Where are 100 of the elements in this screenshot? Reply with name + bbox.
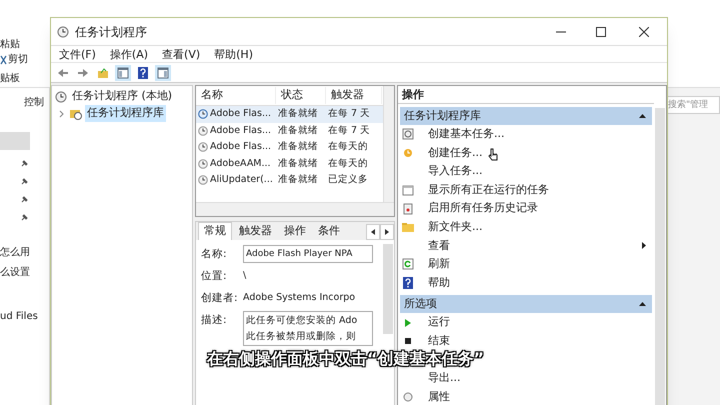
right-arrow-icon [385, 229, 389, 235]
hand-cursor-icon [488, 148, 499, 162]
scrollbar[interactable] [383, 86, 394, 202]
action-pane-icon [157, 66, 169, 78]
action-item[interactable]: 启用所有任务历史记录 [398, 199, 654, 218]
table-cell: Adobe Flas... [210, 124, 272, 138]
section-title: 所选项 [404, 296, 437, 312]
scrollbar[interactable] [196, 202, 394, 216]
nav-item[interactable]: 怎么用 [0, 248, 30, 258]
field-value: Adobe Systems Incorpo [243, 291, 356, 305]
task-row[interactable]: AdobeAAM... 准备就绪 在每天的 [196, 156, 383, 172]
field-label: 创建者: [201, 291, 239, 306]
action-item[interactable]: 新文件夹... [398, 218, 654, 237]
menu-item[interactable]: 查看(V) [162, 48, 200, 60]
scissors-icon [0, 55, 7, 65]
task-row[interactable]: Adobe Flas... 准备就绪 在每 7 天 [196, 122, 383, 139]
table-cell: 准备就绪 [278, 107, 318, 122]
table-cell: 在每天的 [328, 156, 368, 171]
window-title: 任务计划程序 [75, 24, 148, 40]
console-tree-icon [117, 66, 129, 78]
table-cell: 准备就绪 [278, 156, 318, 171]
help-icon [402, 277, 414, 290]
ribbon-label[interactable]: 剪切 [8, 55, 28, 65]
pin-icon [20, 160, 28, 168]
scrollbar[interactable] [655, 108, 665, 405]
column-header[interactable]: 名称 [196, 87, 276, 104]
field-label: 位置: [201, 269, 228, 284]
section-title: 任务计划程序库 [404, 108, 481, 124]
table-cell: AliUpdater(... [210, 173, 273, 188]
field-label: 名称: [201, 247, 228, 262]
action-item[interactable]: 运行 [398, 313, 654, 332]
close-icon [639, 26, 649, 36]
action-item[interactable]: 导出... [398, 369, 654, 388]
action-item[interactable]: 创建任务... [398, 144, 654, 162]
task-row[interactable]: AliUpdater(... 准备就绪 已定义多 [196, 172, 383, 188]
nav-item[interactable]: ud Files [0, 312, 38, 322]
table-cell: Adobe Flas... [210, 140, 272, 154]
collapse-arrow-icon [639, 114, 646, 118]
scrollbar[interactable] [383, 244, 393, 334]
action-item[interactable]: 属性 [398, 388, 654, 405]
nav-item[interactable]: 么设置 [0, 268, 30, 278]
console-tree-button[interactable] [115, 64, 131, 80]
pin-icon [20, 178, 28, 186]
pane-title: 操作 [398, 86, 654, 104]
tab-scroll-right-button[interactable] [380, 224, 394, 240]
column-header[interactable]: 触发器 [326, 87, 382, 104]
back-icon [57, 66, 69, 78]
table-cell: 在每 7 天 [328, 124, 370, 138]
tab-scroll-left-button[interactable] [366, 224, 380, 240]
help-button[interactable] [135, 64, 151, 80]
collapse-arrow-icon [639, 302, 646, 306]
window-icon [402, 184, 414, 196]
search-field[interactable]: 搜索"管理 [666, 96, 720, 114]
section-header[interactable]: 任务计划程序库 [400, 107, 652, 125]
action-item[interactable]: 帮助 [398, 274, 654, 292]
table-cell: 准备就绪 [278, 124, 318, 138]
section-header[interactable]: 所选项 [400, 295, 652, 314]
clock-window-icon [402, 128, 414, 140]
maximize-icon [596, 26, 606, 36]
document-icon [402, 202, 414, 215]
ribbon-label[interactable]: 粘贴 [0, 40, 20, 50]
tab[interactable]: 常规 [198, 222, 232, 240]
column-header[interactable]: 状态 [276, 87, 326, 104]
action-item[interactable]: 结束 [398, 332, 654, 351]
menu-item[interactable]: 操作(A) [110, 48, 148, 60]
tree-item[interactable]: 任务计划程序 (本地) [70, 88, 174, 105]
action-item[interactable]: 刷新 [398, 255, 654, 274]
menu-item[interactable]: 文件(F) [59, 48, 96, 60]
field-value: \ [243, 269, 246, 283]
folder-icon [402, 221, 414, 234]
menu-item[interactable]: 帮助(H) [214, 48, 253, 60]
description-field[interactable]: 此任务可使您安装的 Ado 此任务被禁用或删除，则 [243, 311, 373, 346]
action-item[interactable]: 查看 [398, 236, 654, 256]
action-item[interactable]: 创建基本任务... [398, 125, 654, 144]
folder-clock-icon [70, 108, 82, 120]
folder-up-icon [97, 66, 109, 78]
table-cell: Adobe Flas... [210, 107, 272, 122]
submenu-arrow-icon [642, 242, 646, 250]
help-icon [137, 66, 149, 78]
table-cell: 准备就绪 [278, 140, 318, 154]
table-cell: AdobeAAM... [210, 156, 271, 171]
left-arrow-icon [371, 229, 375, 235]
table-cell: 在每天的 [328, 140, 368, 154]
task-row[interactable]: Adobe Flas... 准备就绪 在每天的 [196, 139, 383, 156]
pin-icon [20, 214, 28, 222]
task-row[interactable]: Adobe Flas... 准备就绪 在每 7 天 [196, 106, 383, 122]
table-cell: 准备就绪 [278, 173, 318, 188]
forward-icon [77, 66, 89, 78]
tree-item[interactable]: 任务计划程序库 [85, 105, 166, 122]
field-label: 描述: [201, 313, 228, 328]
table-cell: 已定义多 [328, 173, 368, 188]
action-pane-button[interactable] [155, 64, 171, 80]
table-cell: 在每 7 天 [328, 107, 370, 122]
action-item[interactable]: 显示所有正在运行的任务 [398, 180, 654, 200]
name-field[interactable]: Adobe Flash Player NPA [243, 245, 373, 263]
ribbon-label[interactable]: 贴板 [0, 74, 20, 84]
action-item[interactable]: 导入任务... [398, 162, 654, 181]
refresh-icon [402, 258, 414, 270]
subtitle-caption: 在右侧操作面板中双击“创建基本任务” [207, 349, 484, 369]
breadcrumb[interactable]: 控制 [24, 98, 44, 108]
